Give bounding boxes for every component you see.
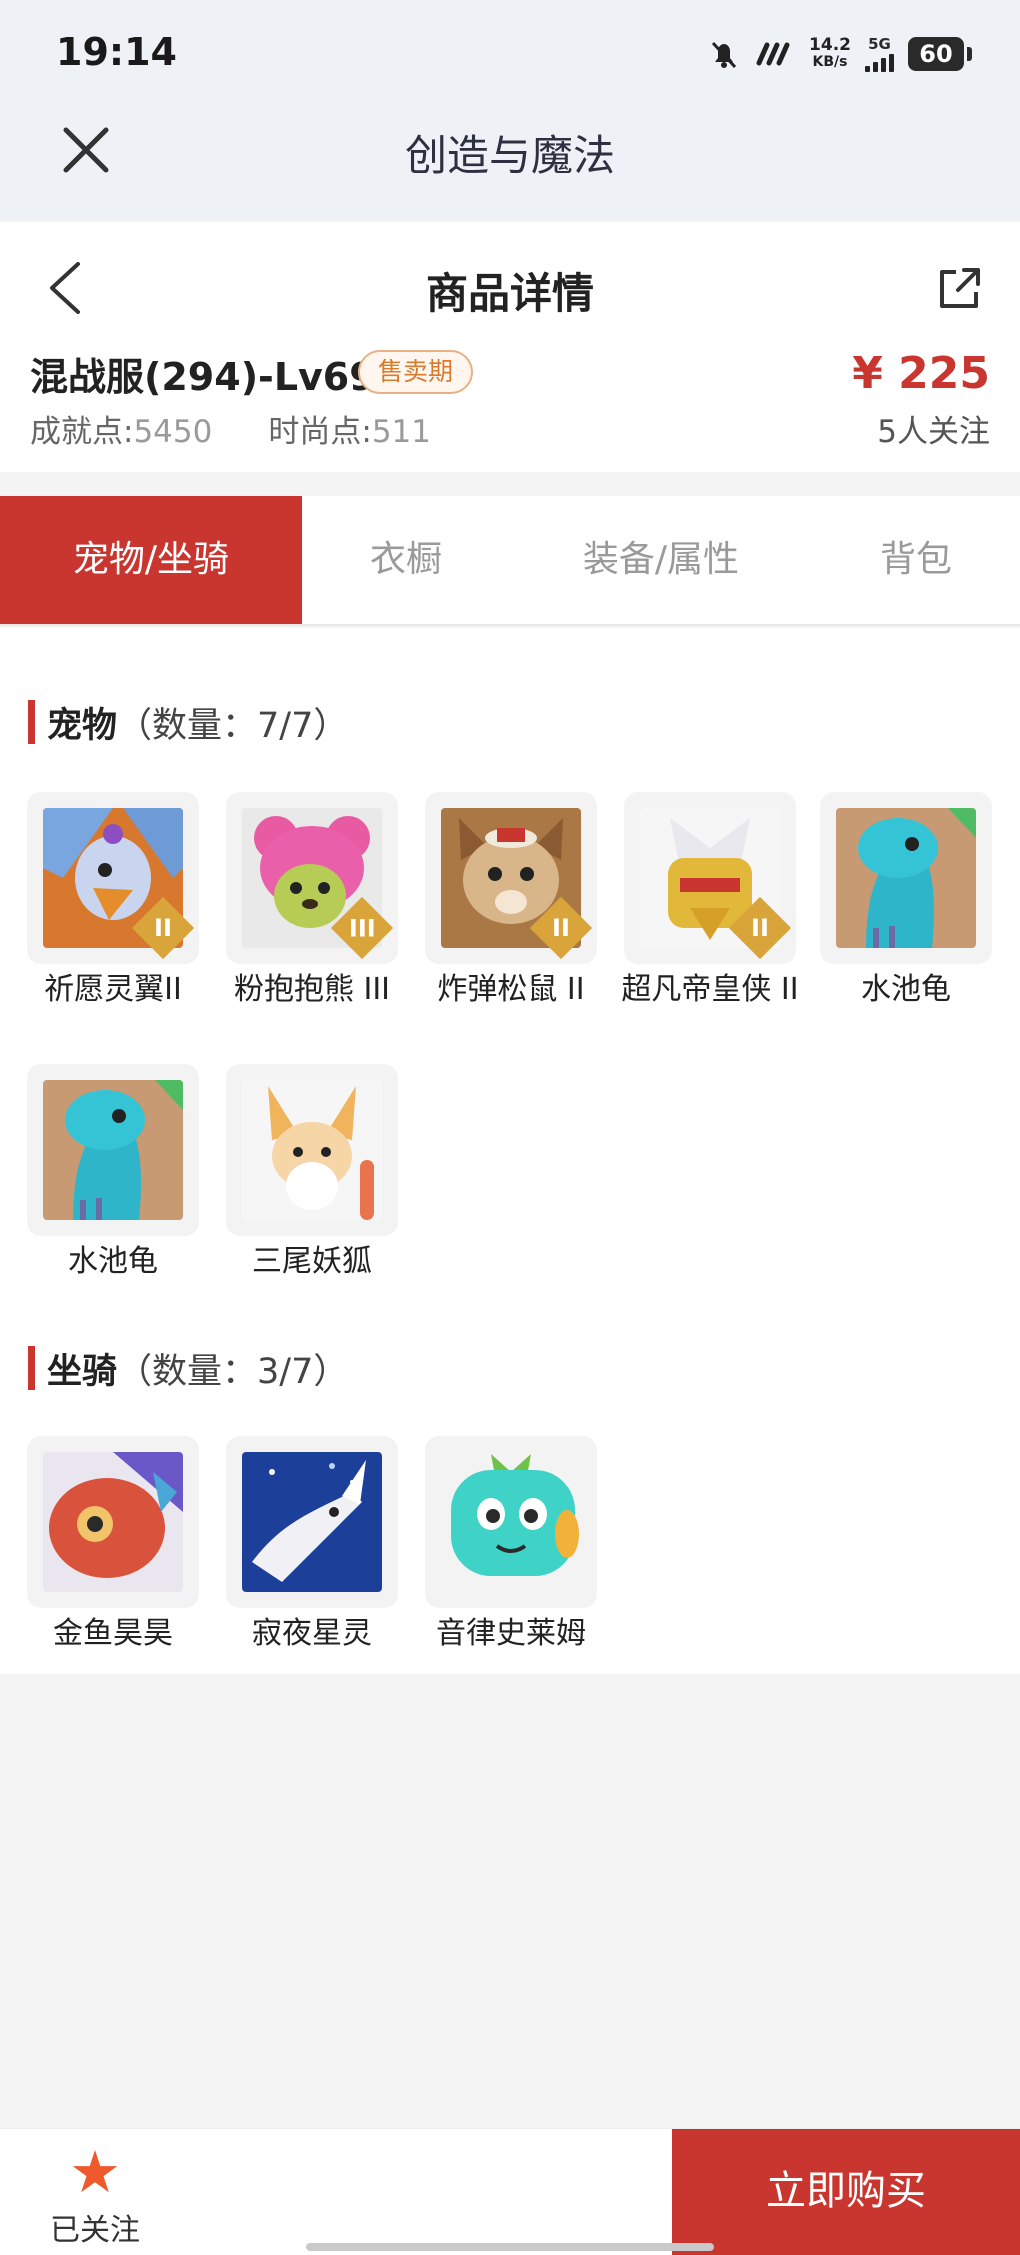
pet-name: 水池龟 bbox=[68, 1244, 158, 1279]
fashion-points: 时尚点:511 bbox=[268, 406, 431, 451]
pet-name: 炸弹松鼠 II bbox=[437, 972, 585, 1007]
pets-section-title: 宠物 （数量：7/7） bbox=[28, 700, 348, 746]
status-time: 19:14 bbox=[56, 30, 177, 74]
status-icons: 14.2 KB/s 5G 60 bbox=[707, 34, 972, 74]
night-star-mount-icon bbox=[242, 1452, 382, 1592]
mount-thumbnail bbox=[27, 1436, 199, 1608]
pet-thumbnail: III bbox=[226, 792, 398, 964]
mounts-title: 坐骑 bbox=[47, 1351, 118, 1392]
pets-count: （数量：7/7） bbox=[117, 705, 349, 746]
pets-title: 宠物 bbox=[47, 705, 118, 746]
tier-label: II bbox=[751, 913, 769, 942]
pet-card[interactable]: II 超凡帝皇侠 II bbox=[621, 792, 799, 1008]
pet-thumbnail bbox=[27, 1064, 199, 1236]
pet-card[interactable]: 水池龟 bbox=[820, 792, 992, 1008]
pet-thumbnail: II bbox=[27, 792, 199, 964]
mount-name: 寂夜星灵 bbox=[252, 1616, 372, 1651]
follow-button[interactable]: ★ 已关注 bbox=[40, 2138, 150, 2248]
bottom-action-bar: ★ 已关注 立即购买 bbox=[0, 2128, 1020, 2255]
signal-bars-icon bbox=[865, 52, 894, 72]
tier-label: II bbox=[552, 913, 570, 942]
vowifi-icon bbox=[756, 42, 790, 66]
battery-icon: 60 bbox=[908, 37, 972, 71]
mount-name: 金鱼昊昊 bbox=[53, 1616, 173, 1651]
pet-card[interactable]: 三尾妖狐 bbox=[226, 1064, 398, 1280]
price: ¥ 225 bbox=[852, 348, 990, 399]
tab-wardrobe[interactable]: 衣橱 bbox=[302, 496, 510, 624]
battery-level: 60 bbox=[919, 40, 953, 68]
pet-card[interactable]: II 祈愿灵翼II bbox=[27, 792, 199, 1008]
pet-name: 三尾妖狐 bbox=[252, 1244, 372, 1279]
mute-bell-icon bbox=[711, 41, 737, 69]
product-header: 商品详情 混战服(294)-Lv69 售卖期 ¥ 225 成就点:5450 时尚… bbox=[0, 222, 1020, 472]
net-speed-value: 14.2 bbox=[809, 35, 851, 55]
pet-name: 粉抱抱熊 III bbox=[233, 972, 391, 1007]
home-indicator[interactable] bbox=[306, 2243, 714, 2251]
pet-card[interactable]: III 粉抱抱熊 III bbox=[226, 792, 398, 1008]
net-speed: 14.2 KB/s bbox=[809, 37, 851, 71]
net-speed-unit: KB/s bbox=[812, 54, 848, 70]
fox-pet-icon bbox=[242, 1080, 382, 1220]
pet-name: 祈愿灵翼II bbox=[44, 972, 182, 1007]
achievement-value: 5450 bbox=[133, 414, 213, 450]
turtle-pet-icon bbox=[836, 808, 976, 948]
goldfish-mount-icon bbox=[43, 1452, 183, 1592]
section-marker bbox=[28, 1346, 35, 1390]
follow-label: 已关注 bbox=[50, 2213, 140, 2248]
mount-card[interactable]: 金鱼昊昊 bbox=[27, 1436, 199, 1652]
mount-card[interactable]: 寂夜星灵 bbox=[226, 1436, 398, 1652]
status-bar: 19:14 14.2 KB/s 5G 60 bbox=[0, 0, 1020, 110]
fashion-value: 511 bbox=[371, 414, 431, 450]
mount-card[interactable]: 音律史莱姆 bbox=[425, 1436, 597, 1652]
share-icon[interactable] bbox=[934, 262, 986, 314]
fashion-label: 时尚点: bbox=[268, 414, 372, 450]
achievement-label: 成就点: bbox=[30, 414, 134, 450]
top-area: 19:14 14.2 KB/s 5G 60 创造与魔法 bbox=[0, 0, 1020, 222]
pet-thumbnail bbox=[820, 792, 992, 964]
page-title: 商品详情 bbox=[425, 269, 594, 318]
network-type: 5G bbox=[868, 34, 891, 53]
tier-label: III bbox=[348, 913, 376, 942]
mounts-count: （数量：3/7） bbox=[117, 1351, 349, 1392]
mount-thumbnail bbox=[425, 1436, 597, 1608]
achievement-points: 成就点:5450 bbox=[30, 406, 212, 451]
tier-label: II bbox=[154, 913, 172, 942]
pet-thumbnail bbox=[226, 1064, 398, 1236]
pet-name: 超凡帝皇侠 II bbox=[621, 972, 799, 1007]
tab-pets-mounts[interactable]: 宠物/坐骑 bbox=[0, 496, 302, 624]
pet-card[interactable]: II 炸弹松鼠 II bbox=[425, 792, 597, 1008]
pet-thumbnail: II bbox=[624, 792, 796, 964]
pet-name: 水池龟 bbox=[861, 972, 951, 1007]
mount-name: 音律史莱姆 bbox=[436, 1616, 586, 1651]
product-name: 混战服(294)-Lv69 bbox=[30, 355, 376, 399]
buy-now-button[interactable]: 立即购买 bbox=[672, 2129, 1020, 2255]
tab-bar: 宠物/坐骑 衣橱 装备/属性 背包 bbox=[0, 496, 1020, 626]
slime-mount-icon bbox=[441, 1452, 581, 1592]
pet-card[interactable]: 水池龟 bbox=[27, 1064, 199, 1280]
product-stats: 成就点:5450 时尚点:511 bbox=[30, 406, 431, 451]
cell-signal: 5G bbox=[865, 34, 894, 72]
section-marker bbox=[28, 700, 35, 744]
tab-equipment[interactable]: 装备/属性 bbox=[510, 496, 812, 624]
turtle-pet-icon bbox=[43, 1080, 183, 1220]
app-header: 创造与魔法 bbox=[0, 110, 1020, 222]
tab-backpack[interactable]: 背包 bbox=[812, 496, 1020, 624]
mount-thumbnail bbox=[226, 1436, 398, 1608]
pet-thumbnail: II bbox=[425, 792, 597, 964]
star-icon: ★ bbox=[69, 2138, 121, 2206]
mounts-section-title: 坐骑 （数量：3/7） bbox=[28, 1346, 348, 1392]
follower-count: 5人关注 bbox=[877, 414, 990, 450]
sale-status-badge: 售卖期 bbox=[358, 350, 474, 394]
app-title: 创造与魔法 bbox=[404, 131, 615, 180]
pets-mounts-panel: 宠物 （数量：7/7） II 祈愿灵翼II III 粉抱抱熊 III II 炸弹… bbox=[0, 628, 1020, 1674]
